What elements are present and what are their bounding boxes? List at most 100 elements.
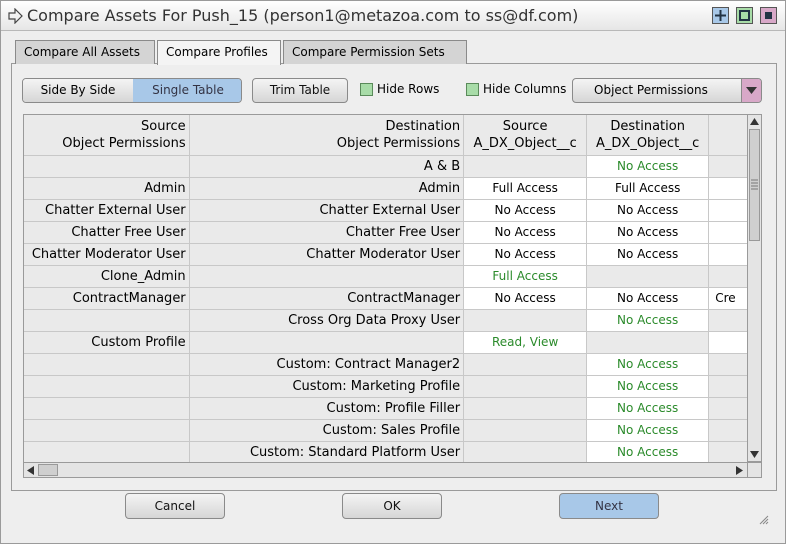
scroll-left-icon[interactable]: [27, 466, 34, 475]
next-column-cell[interactable]: [708, 353, 748, 376]
source-access-cell[interactable]: [463, 309, 588, 332]
next-column-cell[interactable]: [708, 243, 748, 266]
next-column-cell[interactable]: [708, 397, 748, 420]
next-column-cell[interactable]: [708, 331, 748, 354]
destination-profile-cell[interactable]: Custom: Contract Manager2: [189, 353, 465, 376]
destination-access-cell[interactable]: Full Access: [586, 177, 710, 200]
source-profile-cell[interactable]: Chatter External User: [24, 199, 190, 222]
header-next-column[interactable]: [708, 115, 748, 156]
source-profile-cell[interactable]: [24, 309, 190, 332]
next-button[interactable]: Next: [559, 493, 659, 519]
source-profile-cell[interactable]: [24, 155, 190, 178]
tab-compare-profiles[interactable]: Compare Profiles: [157, 40, 281, 65]
tab-compare-all-assets[interactable]: Compare All Assets: [15, 40, 155, 64]
destination-profile-cell[interactable]: Admin: [189, 177, 465, 200]
next-column-cell[interactable]: [708, 177, 748, 200]
source-profile-cell[interactable]: Chatter Moderator User: [24, 243, 190, 266]
next-column-cell[interactable]: Cre: [708, 287, 748, 310]
scroll-up-icon[interactable]: [750, 118, 759, 125]
table-row[interactable]: Chatter Moderator User Chatter Moderator …: [24, 243, 748, 266]
source-access-cell[interactable]: No Access: [463, 199, 588, 222]
table-row[interactable]: ContractManager ContractManager No Access N…: [24, 287, 748, 310]
destination-access-cell[interactable]: No Access: [586, 221, 710, 244]
hide-columns-checkbox[interactable]: [466, 83, 479, 96]
table-row[interactable]: Custom: Contract Manager2 No Access: [24, 353, 748, 376]
destination-profile-cell[interactable]: Custom: Profile Filler: [189, 397, 465, 420]
destination-access-cell[interactable]: No Access: [586, 243, 710, 266]
ok-button[interactable]: OK: [342, 493, 442, 519]
cancel-button[interactable]: Cancel: [125, 493, 225, 519]
table-row[interactable]: Chatter External User Chatter External Us…: [24, 199, 748, 222]
destination-profile-cell[interactable]: Chatter Moderator User: [189, 243, 465, 266]
next-column-cell[interactable]: [708, 375, 748, 398]
destination-access-cell[interactable]: No Access: [586, 199, 710, 222]
destination-access-cell[interactable]: No Access: [586, 287, 710, 310]
source-access-cell[interactable]: No Access: [463, 243, 588, 266]
source-profile-cell[interactable]: Clone_Admin: [24, 265, 190, 288]
source-access-cell[interactable]: Read, View: [463, 331, 588, 354]
destination-access-cell[interactable]: No Access: [586, 155, 710, 178]
category-dropdown[interactable]: Object Permissions: [572, 78, 762, 103]
destination-access-cell[interactable]: No Access: [586, 441, 710, 462]
next-column-cell[interactable]: [708, 155, 748, 178]
maximize-icon[interactable]: [736, 7, 753, 24]
vertical-scrollbar[interactable]: [747, 114, 762, 462]
next-column-cell[interactable]: [708, 265, 748, 288]
table-row[interactable]: Custom: Profile Filler No Access: [24, 397, 748, 420]
table-row[interactable]: A & B No Access: [24, 155, 748, 178]
source-access-cell[interactable]: [463, 375, 588, 398]
header-destination-object[interactable]: Destination A_DX_Object__c: [586, 115, 710, 156]
source-profile-cell[interactable]: [24, 375, 190, 398]
destination-profile-cell[interactable]: Custom: Marketing Profile: [189, 375, 465, 398]
header-source-profile[interactable]: Source Object Permissions: [24, 115, 190, 156]
source-profile-cell[interactable]: [24, 419, 190, 442]
table-row[interactable]: Custom: Marketing Profile No Access: [24, 375, 748, 398]
close-icon[interactable]: [760, 7, 777, 24]
destination-profile-cell[interactable]: A & B: [189, 155, 465, 178]
source-access-cell[interactable]: [463, 419, 588, 442]
trim-table-button[interactable]: Trim Table: [252, 78, 348, 103]
next-column-cell[interactable]: [708, 441, 748, 462]
destination-profile-cell[interactable]: Chatter Free User: [189, 221, 465, 244]
next-column-cell[interactable]: [708, 419, 748, 442]
header-source-object[interactable]: Source A_DX_Object__c: [463, 115, 588, 156]
side-by-side-button[interactable]: Side By Side: [23, 79, 133, 102]
destination-profile-cell[interactable]: Chatter External User: [189, 199, 465, 222]
next-column-cell[interactable]: [708, 309, 748, 332]
source-profile-cell[interactable]: [24, 441, 190, 462]
source-access-cell[interactable]: [463, 397, 588, 420]
table-row[interactable]: Admin Admin Full Access Full Access: [24, 177, 748, 200]
source-profile-cell[interactable]: Custom Profile: [24, 331, 190, 354]
source-access-cell[interactable]: [463, 353, 588, 376]
source-access-cell[interactable]: Full Access: [463, 177, 588, 200]
source-access-cell[interactable]: [463, 441, 588, 462]
tab-compare-permission-sets[interactable]: Compare Permission Sets: [283, 40, 467, 64]
resize-grip-icon[interactable]: [759, 515, 769, 525]
hide-rows-checkbox[interactable]: [360, 83, 373, 96]
source-access-cell[interactable]: Full Access: [463, 265, 588, 288]
source-profile-cell[interactable]: ContractManager: [24, 287, 190, 310]
source-profile-cell[interactable]: Chatter Free User: [24, 221, 190, 244]
scroll-down-icon[interactable]: [750, 451, 759, 458]
destination-profile-cell[interactable]: Custom: Sales Profile: [189, 419, 465, 442]
scroll-right-icon[interactable]: [736, 466, 743, 475]
table-row[interactable]: Custom Profile Read, View: [24, 331, 748, 354]
source-access-cell[interactable]: No Access: [463, 221, 588, 244]
destination-access-cell[interactable]: No Access: [586, 309, 710, 332]
table-row[interactable]: Custom: Standard Platform User No Access: [24, 441, 748, 462]
destination-access-cell[interactable]: No Access: [586, 375, 710, 398]
destination-profile-cell[interactable]: Cross Org Data Proxy User: [189, 309, 465, 332]
add-icon[interactable]: [712, 7, 729, 24]
source-profile-cell[interactable]: [24, 397, 190, 420]
destination-access-cell[interactable]: No Access: [586, 397, 710, 420]
destination-profile-cell[interactable]: [189, 331, 465, 354]
source-access-cell[interactable]: No Access: [463, 287, 588, 310]
destination-profile-cell[interactable]: Custom: Standard Platform User: [189, 441, 465, 462]
next-column-cell[interactable]: [708, 221, 748, 244]
horizontal-scrollbar[interactable]: [23, 462, 748, 478]
destination-access-cell[interactable]: No Access: [586, 419, 710, 442]
table-row[interactable]: Chatter Free User Chatter Free User No Acc…: [24, 221, 748, 244]
destination-access-cell[interactable]: No Access: [586, 353, 710, 376]
horizontal-scroll-thumb[interactable]: [38, 464, 58, 476]
single-table-button[interactable]: Single Table: [133, 79, 241, 102]
